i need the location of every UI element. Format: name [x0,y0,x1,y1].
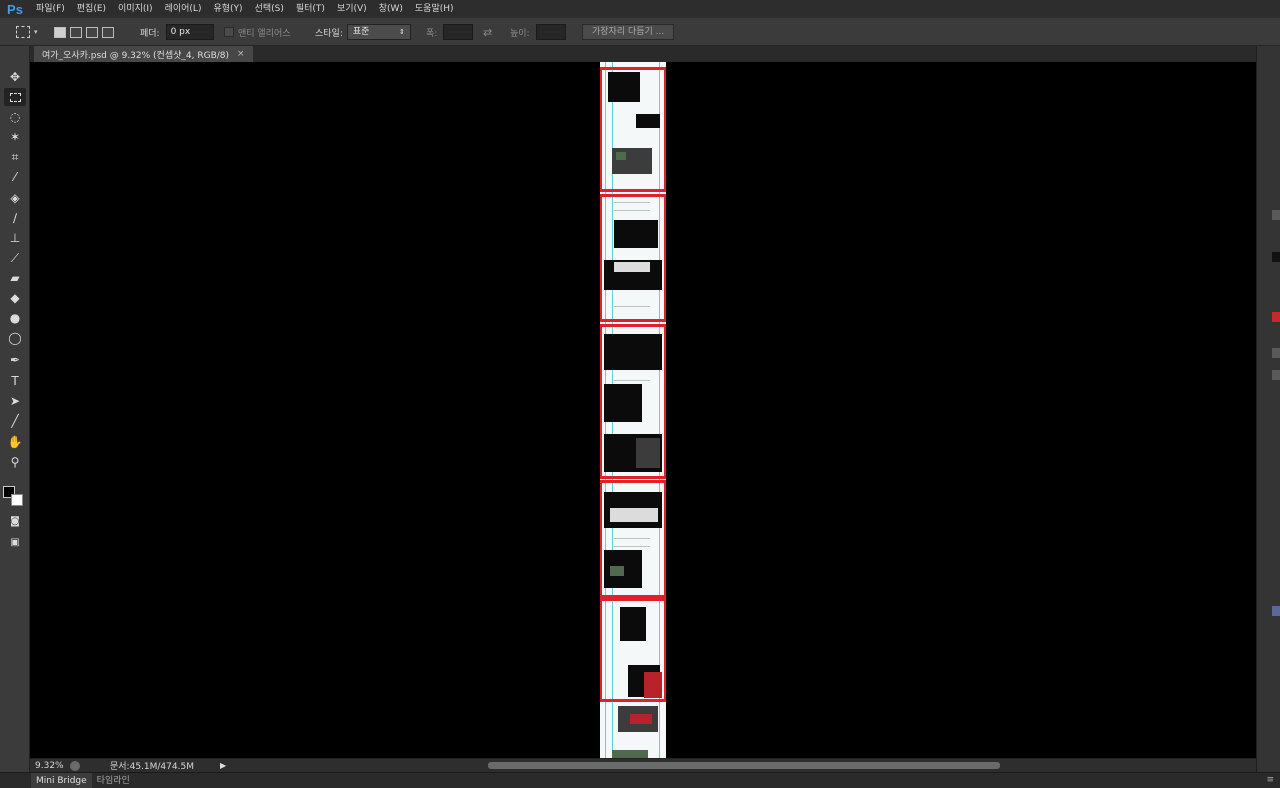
selection-box [600,598,666,702]
screen-mode-icon[interactable]: ▣ [4,533,26,551]
magic-wand-icon[interactable]: ✶ [4,128,26,146]
panel-collapsed-icon[interactable] [1272,210,1280,220]
history-brush-icon[interactable]: ⟋ [4,249,26,267]
background-color-swatch[interactable] [11,494,23,506]
rectangular-marquee-icon [16,26,30,38]
select-arrows-icon: ⇕ [399,28,405,36]
swatches-panel-icon[interactable] [1272,312,1280,322]
menu-image[interactable]: 이미지(I) [112,0,159,18]
selection-mode-group [54,18,118,46]
options-bar: ▾ 페더: 0 px 앤티 앨리어스 스타일: 표준 ⇕ 폭: ⇄ 높이: 가장… [0,18,1280,46]
menu-window[interactable]: 창(W) [373,0,409,18]
eraser-icon[interactable]: ▰ [4,269,26,287]
intersect-selection-button[interactable] [102,26,114,38]
crop-icon[interactable]: ⌗ [4,148,26,166]
style-select[interactable]: 표준 ⇕ [346,24,411,40]
lasso-icon[interactable]: ◌ [4,108,26,126]
right-panel-dock [1256,46,1280,772]
zoom-level[interactable]: 9.32% [30,761,68,771]
selection-box [600,194,666,322]
subtract-from-selection-button[interactable] [86,26,98,38]
menu-layer[interactable]: 레이어(L) [159,0,208,18]
path-selection-icon[interactable]: ➤ [4,392,26,410]
tab-mini-bridge[interactable]: Mini Bridge [31,772,92,788]
refine-edge-button[interactable]: 가장자리 다듬기 ... [582,24,675,40]
menu-bar: Ps 파일(F) 편집(E) 이미지(I) 레이어(L) 유형(Y) 선택(S)… [0,0,1280,18]
move-icon[interactable]: ✥ [4,68,26,86]
menu-filter[interactable]: 필터(T) [290,0,331,18]
width-label: 폭: [426,28,438,39]
pen-icon[interactable]: ✒ [4,351,26,369]
document-title: 여가_오사카.psd @ 9.32% (컨셉샷_4, RGB/8) [42,50,230,61]
clone-stamp-icon[interactable]: ⊥ [4,229,26,247]
hand-icon[interactable]: ✋ [4,433,26,451]
height-label: 높이: [510,28,530,39]
toolbox: ✥ ◌ ✶ ⌗ ⁄ ◈ ∕ ⊥ ⟋ ▰ ◆ ● ◯ ✒ T ➤ ╱ ✋ ⚲ ◙ … [0,46,30,772]
style-select-value: 표준 [352,27,370,37]
menu-edit[interactable]: 편집(E) [71,0,112,18]
dodge-icon[interactable]: ◯ [4,329,26,347]
document-tab-bar: 여가_오사카.psd @ 9.32% (컨셉샷_4, RGB/8) × [30,46,1256,62]
zoom-icon[interactable]: ⚲ [4,453,26,471]
photoshop-logo: Ps [7,1,23,17]
menu-type[interactable]: 유형(Y) [207,0,248,18]
quick-mask-icon[interactable]: ◙ [4,512,26,530]
status-info-icon[interactable] [70,760,80,771]
marquee-icon[interactable] [4,88,26,106]
horizontal-scroll-thumb[interactable] [488,762,1000,769]
antialias-label: 앤티 앨리어스 [238,28,291,39]
menu-view[interactable]: 보기(V) [331,0,373,18]
bottom-panel-tabs: Mini Bridge 타임라인 ≡ [0,772,1280,788]
menu-file[interactable]: 파일(F) [30,0,71,18]
swap-dimensions-icon[interactable]: ⇄ [483,26,492,39]
document-canvas[interactable] [600,62,666,758]
eyedropper-icon[interactable]: ⁄ [4,168,26,186]
document-tab[interactable]: 여가_오사카.psd @ 9.32% (컨셉샷_4, RGB/8) × [34,46,253,62]
feather-input[interactable]: 0 px [165,24,214,40]
tab-timeline[interactable]: 타임라인 [92,773,135,788]
product-image [612,750,648,758]
healing-brush-icon[interactable]: ◈ [4,189,26,207]
selection-box [600,67,666,192]
new-selection-button[interactable] [54,26,66,38]
tool-preset-picker[interactable]: ▾ [16,18,38,46]
product-image [630,714,652,724]
blur-icon[interactable]: ● [4,309,26,327]
styles-panel-icon[interactable] [1272,370,1280,380]
paint-bucket-icon[interactable]: ◆ [4,289,26,307]
line-icon[interactable]: ╱ [4,412,26,430]
close-icon[interactable]: × [237,49,245,59]
width-input[interactable] [443,24,474,40]
menu-help[interactable]: 도움말(H) [409,0,460,18]
height-input[interactable] [535,24,566,40]
horizontal-scrollbar[interactable] [230,760,1240,770]
canvas-area[interactable] [30,62,1256,758]
adjustments-panel-icon[interactable] [1272,348,1280,358]
brush-icon[interactable]: ∕ [4,209,26,227]
antialias-checkbox[interactable] [224,27,234,37]
add-to-selection-button[interactable] [70,26,82,38]
feather-label: 페더: [140,28,160,39]
selection-box [600,324,666,479]
document-size-info: 문서:45.1M/474.5M [110,762,194,772]
chevron-down-icon: ▾ [34,28,38,36]
layers-panel-icon[interactable] [1272,606,1280,616]
status-bar: 9.32% 문서:45.1M/474.5M ▶ [30,758,1256,772]
color-panel-icon[interactable] [1272,252,1280,262]
style-label: 스타일: [315,28,343,39]
menu-select[interactable]: 선택(S) [249,0,290,18]
panel-menu-icon[interactable]: ≡ [1266,775,1274,785]
selection-box [600,480,666,598]
type-icon[interactable]: T [4,372,26,390]
